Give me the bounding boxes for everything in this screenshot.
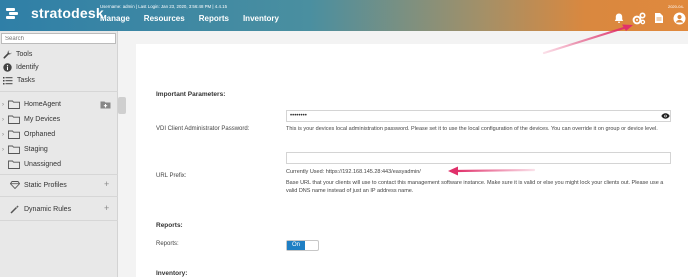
logo[interactable]: stratodesk bbox=[6, 5, 104, 21]
tree-item-staging[interactable]: › Staging bbox=[2, 145, 48, 154]
folder-icon bbox=[8, 100, 20, 109]
tree-item-label: Staging bbox=[24, 146, 48, 153]
nav-inventory[interactable]: Inventory bbox=[243, 14, 279, 23]
sidebar-item-tasks[interactable]: Tasks bbox=[3, 76, 35, 85]
user-info: Username: admin | Last Login: Jan 23, 20… bbox=[100, 4, 228, 9]
sidebar-resize-handle[interactable] bbox=[118, 97, 126, 114]
reports-toggle[interactable]: On bbox=[286, 240, 319, 251]
nav-manage[interactable]: Manage bbox=[100, 14, 130, 23]
divider bbox=[0, 220, 118, 221]
tree-item-label: Orphaned bbox=[24, 131, 56, 138]
sidebar-item-identify[interactable]: Identify bbox=[3, 63, 39, 72]
section-label: Static Profiles bbox=[24, 181, 67, 189]
sidebar: Tools Identify Tasks › HomeAgent › My De… bbox=[0, 31, 118, 277]
eye-icon[interactable] bbox=[661, 113, 670, 119]
settings-panel: Important Parameters: •••••••• VDI Clien… bbox=[136, 44, 688, 277]
sidebar-item-tools[interactable]: Tools bbox=[3, 50, 32, 59]
folder-icon bbox=[8, 115, 20, 124]
tree-item-orphaned[interactable]: › Orphaned bbox=[2, 130, 55, 139]
add-static-profile-button[interactable]: + bbox=[104, 179, 109, 189]
url-prefix-field[interactable] bbox=[286, 152, 671, 164]
divider bbox=[0, 174, 118, 175]
url-prefix-label: URL Prefix: bbox=[156, 173, 187, 179]
reports-label: Reports: bbox=[156, 241, 179, 247]
tree-item-homeagent[interactable]: › HomeAgent bbox=[2, 100, 61, 109]
inventory-heading: Inventory: bbox=[156, 270, 188, 277]
document-icon[interactable] bbox=[652, 11, 666, 25]
info-icon bbox=[3, 63, 12, 72]
vdi-password-field[interactable]: •••••••• bbox=[286, 110, 671, 122]
nav-resources[interactable]: Resources bbox=[144, 14, 185, 23]
user-circle-icon[interactable] bbox=[672, 11, 686, 25]
divider bbox=[0, 196, 118, 197]
divider bbox=[0, 91, 118, 92]
search-input[interactable] bbox=[1, 33, 116, 44]
folder-icon bbox=[8, 145, 20, 154]
vdi-password-label: VDI Client Administrator Password: bbox=[156, 126, 250, 132]
wrench-icon bbox=[3, 50, 12, 59]
diamond-icon bbox=[10, 181, 20, 189]
vdi-password-help: This is your devices local administratio… bbox=[286, 126, 658, 132]
url-prefix-help: Base URL that your clients will use to c… bbox=[286, 180, 664, 194]
logo-text: stratodesk bbox=[31, 5, 104, 21]
sidebar-item-label: Tasks bbox=[17, 77, 35, 84]
sidebar-item-label: Identify bbox=[16, 64, 39, 71]
reports-heading: Reports: bbox=[156, 222, 183, 229]
tree-item-label: Unassigned bbox=[24, 161, 61, 168]
section-label: Dynamic Rules bbox=[24, 206, 72, 213]
list-icon bbox=[3, 77, 13, 85]
folder-icon bbox=[8, 160, 20, 169]
folder-icon bbox=[8, 130, 20, 139]
url-current-used: Currently Used: https://192.168.145.28:4… bbox=[286, 169, 421, 175]
bell-icon[interactable] bbox=[612, 11, 626, 25]
logo-mark-icon bbox=[6, 6, 28, 20]
sidebar-section-dynamic-rules[interactable]: Dynamic Rules bbox=[10, 205, 71, 214]
top-header: stratodesk Username: admin | Last Login:… bbox=[0, 0, 688, 31]
nav-reports[interactable]: Reports bbox=[199, 14, 229, 23]
magic-wand-icon bbox=[10, 205, 19, 214]
main-nav: Manage Resources Reports Inventory bbox=[100, 14, 279, 23]
tree-item-label: My Devices bbox=[24, 116, 61, 123]
tree-item-my-devices[interactable]: › My Devices bbox=[2, 115, 60, 124]
cogs-icon[interactable] bbox=[632, 11, 646, 25]
sidebar-section-static-profiles[interactable]: Static Profiles bbox=[10, 181, 67, 189]
toggle-on-label: On bbox=[287, 241, 305, 250]
important-parameters-heading: Important Parameters: bbox=[156, 91, 226, 98]
header-icons bbox=[612, 11, 686, 25]
add-dynamic-rule-button[interactable]: + bbox=[104, 203, 109, 213]
sidebar-item-label: Tools bbox=[16, 51, 33, 58]
header-date: 2020-04- bbox=[667, 4, 684, 9]
tree-item-label: HomeAgent bbox=[24, 101, 61, 108]
tree-item-unassigned[interactable]: Unassigned bbox=[2, 160, 61, 169]
add-folder-icon[interactable] bbox=[100, 101, 111, 109]
